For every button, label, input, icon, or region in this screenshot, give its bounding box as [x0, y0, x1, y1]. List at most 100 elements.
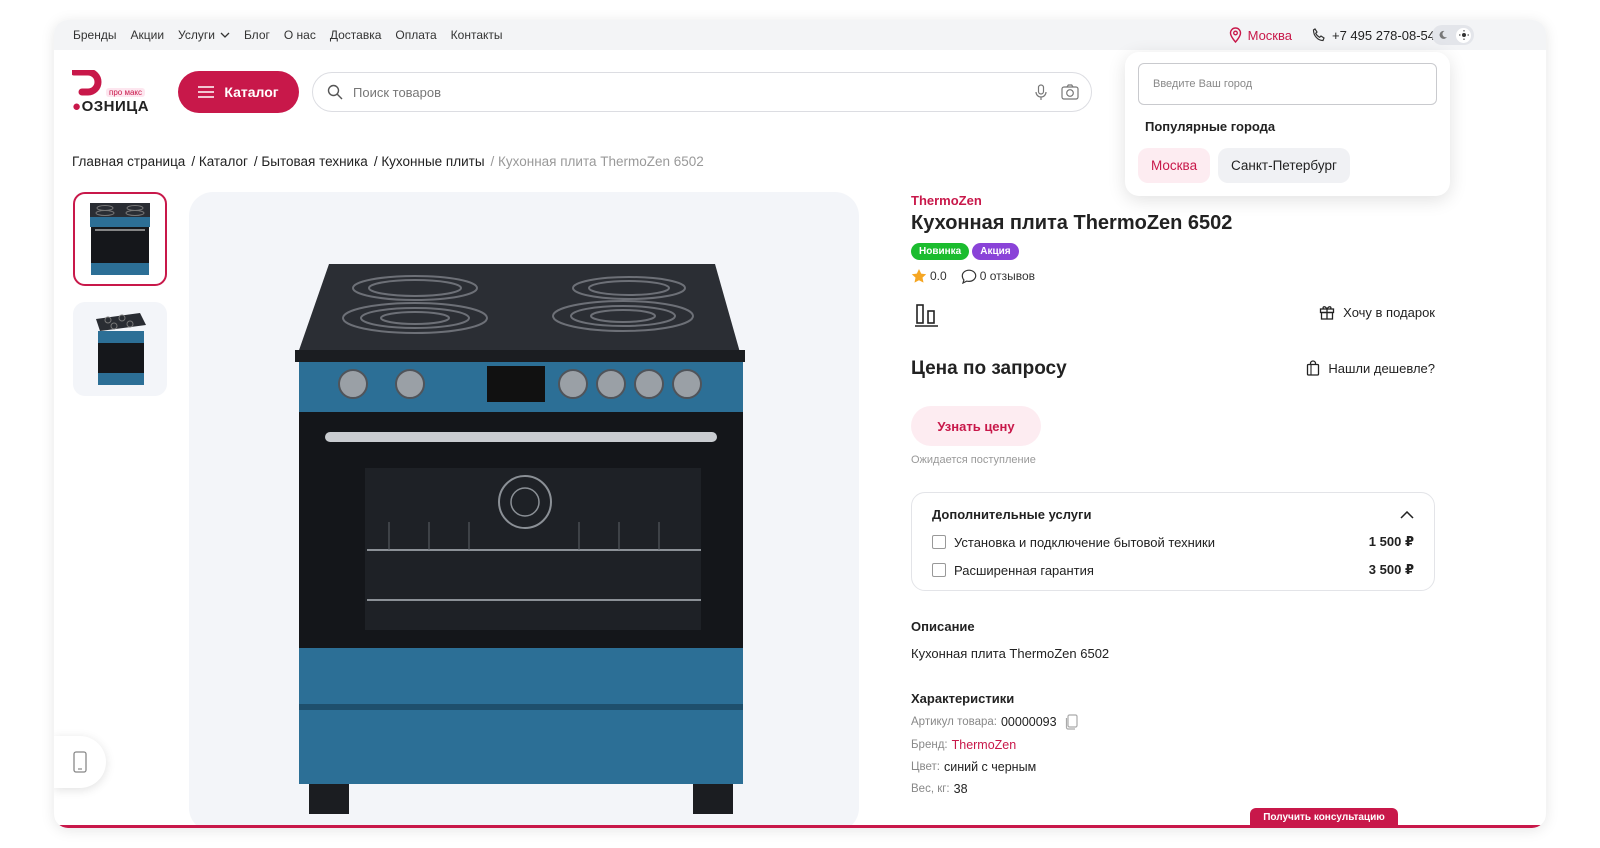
service-price: 1 500 ₽ — [1368, 534, 1414, 549]
char-brand-link[interactable]: ThermoZen — [952, 738, 1017, 752]
badge-promo: Акция — [972, 243, 1019, 260]
product-title: Кухонная плита ThermoZen 6502 — [911, 212, 1233, 234]
nav-contacts[interactable]: Контакты — [451, 28, 503, 42]
thumbnail-2[interactable] — [73, 302, 167, 396]
sun-icon — [1456, 27, 1471, 43]
copy-icon[interactable] — [1065, 714, 1079, 730]
service-label: Расширенная гарантия — [954, 562, 1094, 578]
nav-delivery[interactable]: Доставка — [330, 28, 382, 42]
nav-services[interactable]: Услуги — [178, 28, 230, 42]
breadcrumb: Главная страница / Каталог / Бытовая тех… — [72, 154, 704, 169]
location-pin-icon — [1229, 27, 1241, 43]
service-checkbox[interactable] — [932, 563, 946, 577]
browser-page: Бренды Акции Услуги Блог О нас Доставка … — [54, 20, 1546, 828]
top-right: Москва +7 495 278-08-54 — [1229, 20, 1454, 50]
catalog-label: Каталог — [224, 84, 279, 100]
nav-promotions[interactable]: Акции — [130, 28, 164, 42]
nav-blog[interactable]: Блог — [244, 28, 270, 42]
char-value: синий с черным — [943, 760, 1037, 774]
logo-tag: про макс — [106, 88, 145, 97]
char-key: Артикул товара: — [911, 716, 997, 728]
stove-thumbnail-angle — [96, 313, 146, 385]
phone-icon — [1312, 28, 1325, 42]
site-logo[interactable]: про макс ●ОЗНИЦА — [72, 70, 152, 115]
found-cheaper-label: Нашли дешевле? — [1328, 360, 1435, 376]
logo-mark — [72, 70, 102, 96]
service-label: Установка и подключение бытовой техники — [954, 534, 1216, 550]
gift-button[interactable]: Хочу в подарок — [1319, 304, 1435, 320]
request-price-button[interactable]: Узнать цену — [911, 406, 1041, 446]
breadcrumb-stoves[interactable]: / Кухонные плиты — [374, 154, 485, 169]
city-dropdown: Популярные города Москва Санкт-Петербург — [1125, 52, 1450, 196]
nav-brands[interactable]: Бренды — [73, 28, 116, 42]
services-title: Дополнительные услуги — [932, 507, 1092, 522]
characteristics-title: Характеристики — [911, 691, 1015, 706]
service-item[interactable]: Расширенная гарантия 3 500 ₽ — [932, 562, 1414, 578]
char-value: 38 — [953, 782, 968, 796]
description-text: Кухонная плита ThermoZen 6502 — [911, 646, 1110, 661]
city-option-spb[interactable]: Санкт-Петербург — [1218, 148, 1350, 183]
city-option-moscow[interactable]: Москва — [1138, 148, 1211, 183]
services-header[interactable]: Дополнительные услуги — [932, 507, 1414, 522]
char-row-weight: Вес, кг: 38 — [911, 782, 1435, 796]
product-info: ThermoZen Кухонная плита ThermoZen 6502 … — [911, 190, 1435, 796]
menu-icon — [198, 86, 215, 98]
nav-services-label: Услуги — [178, 28, 215, 42]
stove-thumbnail-front — [90, 203, 150, 275]
breadcrumb-home[interactable]: Главная страница — [72, 154, 185, 169]
microphone-icon[interactable] — [1035, 83, 1047, 101]
found-cheaper-button[interactable]: Нашли дешевле? — [1306, 360, 1435, 376]
additional-services: Дополнительные услуги Установка и подклю… — [911, 492, 1435, 591]
popular-cities-title: Популярные города — [1145, 119, 1276, 134]
search-bar — [312, 72, 1092, 112]
nav-payment[interactable]: Оплата — [395, 28, 436, 42]
star-icon — [911, 269, 927, 283]
price-row: Цена по запросу Нашли дешевле? — [911, 358, 1435, 388]
mobile-callback-button[interactable] — [54, 736, 106, 788]
char-key: Бренд: — [911, 739, 948, 751]
availability-status: Ожидается поступление — [911, 454, 1036, 466]
description-title: Описание — [911, 619, 975, 634]
breadcrumb-appliances[interactable]: / Бытовая техника — [254, 154, 368, 169]
chevron-up-icon — [1400, 510, 1414, 519]
char-row-sku: Артикул товара: 00000093 — [911, 714, 1435, 730]
rating-value[interactable]: 0.0 — [911, 268, 947, 284]
product-badges: Новинка Акция — [911, 243, 1435, 260]
service-item[interactable]: Установка и подключение бытовой техники … — [932, 534, 1414, 550]
city-selector[interactable]: Москва — [1229, 27, 1292, 43]
chevron-down-icon — [220, 32, 230, 38]
top-navigation: Бренды Акции Услуги Блог О нас Доставка … — [73, 20, 503, 50]
thumbnail-1[interactable] — [73, 192, 167, 286]
theme-toggle[interactable] — [1432, 25, 1474, 45]
char-value: 00000093 — [1000, 715, 1057, 729]
top-bar: Бренды Акции Услуги Блог О нас Доставка … — [54, 20, 1546, 50]
product-rating: 0.0 0 отзывов — [911, 268, 1435, 284]
phone-number: +7 495 278-08-54 — [1331, 27, 1435, 43]
comment-icon — [961, 269, 976, 284]
compare-icon[interactable] — [914, 302, 940, 328]
nav-about[interactable]: О нас — [284, 28, 316, 42]
char-row-color: Цвет: синий с черным — [911, 760, 1435, 774]
catalog-button[interactable]: Каталог — [178, 71, 299, 113]
kitchen-stove-illustration — [295, 264, 745, 814]
product-actions: Хочу в подарок — [911, 298, 1435, 338]
gift-icon — [1320, 306, 1335, 320]
service-price: 3 500 ₽ — [1368, 562, 1414, 577]
badge-new: Новинка — [911, 243, 970, 260]
camera-icon[interactable] — [1061, 84, 1079, 100]
city-name: Москва — [1247, 27, 1292, 43]
moon-icon — [1435, 28, 1450, 43]
product-main-image[interactable] — [189, 192, 859, 828]
reviews-count: 0 отзывов — [979, 269, 1036, 283]
reviews-link[interactable]: 0 отзывов — [961, 269, 1035, 284]
gift-label: Хочу в подарок — [1343, 304, 1435, 320]
consultation-button[interactable]: Получить консультацию — [1250, 808, 1398, 826]
char-key: Вес, кг: — [911, 783, 950, 795]
breadcrumb-catalog[interactable]: / Каталог — [191, 154, 248, 169]
service-checkbox[interactable] — [932, 535, 946, 549]
search-input[interactable] — [353, 84, 1035, 100]
logo-word: ●ОЗНИЦА — [72, 98, 150, 115]
smartphone-icon — [73, 751, 87, 773]
city-search-input[interactable] — [1138, 63, 1437, 105]
search-icon — [327, 84, 343, 100]
